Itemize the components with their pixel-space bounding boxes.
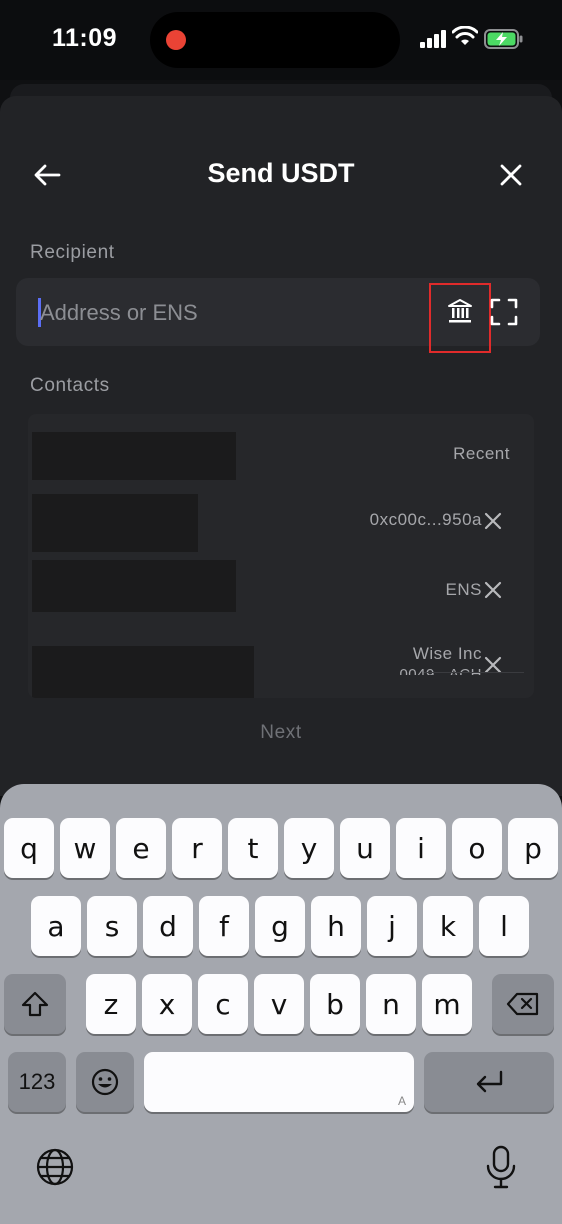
remove-contact-icon[interactable]: [482, 510, 504, 532]
cellular-signal-icon: [420, 30, 446, 48]
emoji-key[interactable]: [76, 1052, 134, 1112]
contacts-label: Contacts: [30, 375, 110, 396]
key-h[interactable]: h: [311, 896, 361, 956]
key-z[interactable]: z: [86, 974, 136, 1034]
key-e[interactable]: e: [116, 818, 166, 878]
key-q[interactable]: q: [4, 818, 54, 878]
key-n[interactable]: n: [366, 974, 416, 1034]
contact-sublabel: 0049...ACH: [399, 666, 482, 675]
redacted-contact-name: [32, 432, 236, 480]
contacts-list: Recent 0xc00c...950a ENS Wise Inc 0049..…: [28, 414, 534, 698]
microphone-icon[interactable]: [484, 1144, 518, 1190]
space-hint: A: [397, 1094, 406, 1108]
key-b[interactable]: b: [310, 974, 360, 1034]
recipient-label: Recipient: [30, 242, 115, 263]
numbers-key[interactable]: 123: [8, 1052, 66, 1112]
key-d[interactable]: d: [143, 896, 193, 956]
contact-name: Wise Inc: [412, 644, 482, 663]
status-bar: 11:09: [0, 0, 562, 80]
key-f[interactable]: f: [199, 896, 249, 956]
page-title: Send USDT: [207, 158, 355, 188]
recent-label: Recent: [453, 444, 510, 463]
close-icon: [500, 164, 522, 186]
remove-contact-icon[interactable]: [482, 579, 504, 601]
status-time: 11:09: [52, 24, 118, 52]
return-icon: [476, 1070, 503, 1093]
key-c[interactable]: c: [198, 974, 248, 1034]
key-m[interactable]: m: [422, 974, 472, 1034]
emoji-icon: [91, 1068, 119, 1096]
qr-scan-icon[interactable]: [490, 298, 518, 326]
bank-button-highlight: [429, 283, 491, 353]
space-key[interactable]: A: [144, 1052, 414, 1112]
key-g[interactable]: g: [255, 896, 305, 956]
list-divider: [424, 672, 524, 673]
key-y[interactable]: y: [284, 818, 334, 878]
key-i[interactable]: i: [396, 818, 446, 878]
backspace-icon: [506, 992, 539, 1016]
return-key[interactable]: [424, 1052, 554, 1112]
key-j[interactable]: j: [367, 896, 417, 956]
shift-icon: [21, 991, 49, 1017]
key-x[interactable]: x: [142, 974, 192, 1034]
shift-key[interactable]: [4, 974, 66, 1034]
key-o[interactable]: o: [452, 818, 502, 878]
dynamic-island: [150, 12, 400, 68]
recording-indicator: [166, 30, 186, 50]
globe-icon[interactable]: [34, 1146, 76, 1188]
key-r[interactable]: r: [172, 818, 222, 878]
key-p[interactable]: p: [508, 818, 558, 878]
redacted-contact-name: [32, 560, 236, 612]
key-u[interactable]: u: [340, 818, 390, 878]
delete-key[interactable]: [492, 974, 554, 1034]
contact-address: 0xc00c...950a: [369, 510, 482, 529]
contact-address: ENS: [445, 580, 482, 599]
battery-icon: [484, 29, 523, 49]
wifi-icon: [452, 26, 478, 45]
key-t[interactable]: t: [228, 818, 278, 878]
key-k[interactable]: k: [423, 896, 473, 956]
key-l[interactable]: l: [479, 896, 529, 956]
key-s[interactable]: s: [87, 896, 137, 956]
redacted-contact-name: [32, 646, 254, 698]
redacted-contact-name: [32, 494, 198, 552]
address-input[interactable]: [40, 294, 400, 332]
close-button[interactable]: [494, 158, 528, 192]
key-a[interactable]: a: [31, 896, 81, 956]
key-w[interactable]: w: [60, 818, 110, 878]
key-v[interactable]: v: [254, 974, 304, 1034]
next-button[interactable]: Next: [0, 722, 562, 744]
